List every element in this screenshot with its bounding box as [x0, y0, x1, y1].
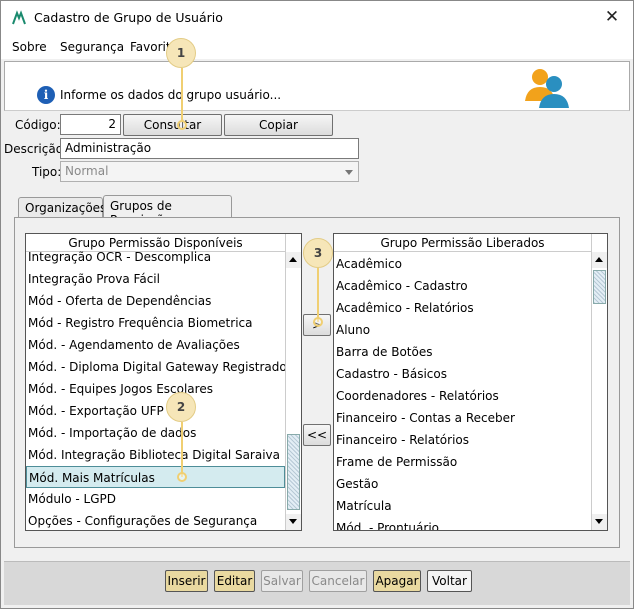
users-icon — [525, 69, 569, 108]
editar-button[interactable]: Editar — [214, 570, 255, 592]
list-item[interactable]: Mód. - Agendamento de Avaliações — [26, 334, 285, 356]
list-item[interactable]: Mód. Mais Matrículas — [26, 466, 285, 488]
marker-2-dot — [177, 472, 187, 482]
menu-bar: Sobre Segurança Favorit — [1, 35, 633, 59]
codigo-field[interactable]: 2 — [60, 114, 121, 135]
list-item[interactable]: Acadêmico - Relatórios — [334, 297, 591, 319]
window: Cadastro de Grupo de Usuário ✕ Sobre Seg… — [0, 0, 634, 609]
apagar-button[interactable]: Apagar — [373, 570, 421, 592]
voltar-button[interactable]: Voltar — [427, 570, 472, 592]
list-item[interactable]: Frame de Permissão — [334, 451, 591, 473]
menu-seguranca[interactable]: Segurança — [60, 40, 124, 54]
available-list[interactable]: Grupo Permissão Disponíveis Integração O… — [25, 233, 302, 531]
scroll-up-icon[interactable] — [286, 252, 301, 268]
list-item[interactable]: Matrícula — [334, 495, 591, 517]
tipo-value: Normal — [65, 164, 109, 178]
descricao-field[interactable]: Administração — [60, 138, 359, 159]
released-list-header: Grupo Permissão Liberados — [334, 234, 591, 252]
list-item[interactable]: Financeiro - Relatórios — [334, 429, 591, 451]
title-bar: Cadastro de Grupo de Usuário ✕ — [1, 1, 633, 35]
available-scrollbar[interactable] — [285, 234, 301, 530]
list-item[interactable]: Coordenadores - Relatórios — [334, 385, 591, 407]
list-item[interactable]: Integração OCR - Descomplica — [26, 246, 285, 268]
list-item[interactable]: Mód. - Prontuário — [334, 517, 591, 530]
close-icon[interactable]: ✕ — [601, 6, 623, 28]
codigo-label: Código: — [15, 118, 61, 132]
list-item[interactable]: Mód. - Importação de dados — [26, 422, 285, 444]
app-logo-icon — [12, 10, 26, 25]
scroll-down-icon[interactable] — [286, 514, 301, 530]
marker-1-line — [181, 68, 183, 122]
list-item[interactable]: Acadêmico — [334, 253, 591, 275]
tab-organizacoes[interactable]: Organizações — [18, 197, 106, 218]
scroll-thumb[interactable] — [287, 434, 300, 510]
tipo-select: Normal — [60, 161, 359, 182]
list-item[interactable]: Mód. - Equipes Jogos Escolares — [26, 378, 285, 400]
menu-favoritos[interactable]: Favorit — [130, 40, 171, 54]
list-item[interactable]: Opções - Configurações de Segurança — [26, 510, 285, 530]
list-item[interactable]: Gestão — [334, 473, 591, 495]
list-item[interactable]: Aluno — [334, 319, 591, 341]
list-item[interactable]: Mód - Registro Frequência Biometrica — [26, 312, 285, 334]
consultar-button[interactable]: Consultar — [123, 114, 222, 136]
released-list[interactable]: Grupo Permissão Liberados Acadêmico Acadê… — [333, 233, 608, 531]
marker-2-line — [181, 422, 183, 477]
footer-bar: Inserir Editar Salvar Cancelar Apagar Vo… — [4, 561, 630, 605]
list-item[interactable]: Financeiro - Contas a Receber — [334, 407, 591, 429]
list-item[interactable]: Mód. Integração Biblioteca Digital Sarai… — [26, 444, 285, 466]
window-title: Cadastro de Grupo de Usuário — [34, 10, 223, 25]
list-item[interactable]: Integração Prova Fácil — [26, 268, 285, 290]
copiar-permissoes-button[interactable]: Copiar Permissões — [224, 114, 333, 152]
released-scrollbar[interactable] — [591, 234, 607, 530]
chevron-down-icon — [345, 170, 353, 175]
marker-3-dot — [313, 317, 323, 327]
info-panel: i Informe os dados do grupo usuário... — [4, 61, 630, 111]
list-item[interactable]: Mód. - Exportação UFP — [26, 400, 285, 422]
tipo-label: Tipo: — [32, 165, 62, 179]
cancelar-button[interactable]: Cancelar — [309, 570, 367, 592]
list-item[interactable]: Barra de Botões — [334, 341, 591, 363]
info-text: Informe os dados do grupo usuário... — [60, 88, 282, 102]
descricao-label: Descrição: — [4, 142, 68, 156]
remove-permission-button[interactable]: << — [303, 424, 331, 446]
list-item[interactable]: Cadastro - Básicos — [334, 363, 591, 385]
list-item[interactable]: Acadêmico - Cadastro — [334, 275, 591, 297]
salvar-button[interactable]: Salvar — [261, 570, 303, 592]
info-icon: i — [37, 86, 55, 104]
marker-2: 2 — [166, 392, 196, 422]
inserir-button[interactable]: Inserir — [165, 570, 208, 592]
menu-sobre[interactable]: Sobre — [12, 40, 47, 54]
marker-3: 3 — [303, 238, 333, 268]
list-item[interactable]: Mód - Oferta de Dependências — [26, 290, 285, 312]
scroll-down-icon[interactable] — [592, 514, 607, 530]
list-item[interactable]: Mód. - Diploma Digital Gateway Registrad… — [26, 356, 299, 378]
marker-1: 1 — [166, 38, 196, 68]
marker-1-dot — [177, 120, 187, 130]
tab-grupos-permissoes[interactable]: Grupos de Permissões — [103, 195, 232, 227]
list-item[interactable]: Módulo - LGPD — [26, 488, 285, 510]
scroll-up-icon[interactable] — [592, 252, 607, 268]
scroll-thumb[interactable] — [593, 270, 606, 304]
marker-3-line — [317, 267, 319, 322]
